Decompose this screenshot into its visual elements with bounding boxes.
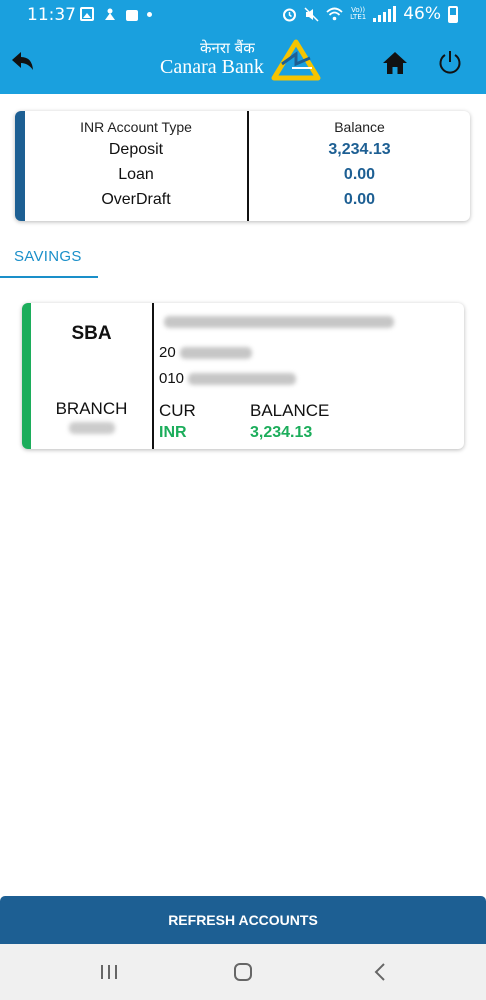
- summary-balance-loan: 0.00: [343, 166, 376, 183]
- canara-bank-logo: केनरा बैंक Canara Bank: [160, 38, 330, 88]
- currency-value: INR: [159, 424, 187, 441]
- logo-triangle-icon: [271, 39, 321, 81]
- recent-apps-icon[interactable]: [94, 958, 124, 986]
- tab-savings[interactable]: SAVINGS: [0, 240, 98, 278]
- app-notification-icon: [105, 8, 115, 20]
- account-type-label: SBA: [71, 323, 112, 344]
- summary-balance-overdraft: 0.00: [343, 191, 376, 208]
- alarm-icon: [283, 8, 297, 21]
- summary-type-overdraft: OverDraft: [101, 191, 171, 208]
- balance-column: Balance 3,234.13 0.00 0.00: [249, 117, 470, 212]
- back-nav-icon[interactable]: [366, 958, 396, 986]
- account-divider: [152, 303, 154, 449]
- summary-balance-deposit: 3,234.13: [328, 141, 391, 158]
- signal-icon: [373, 6, 397, 22]
- account-accent-bar: [22, 303, 31, 449]
- customer-id-redacted: [180, 347, 252, 359]
- system-icons: Vo)) LTE1 46%: [282, 4, 458, 24]
- wifi-icon: [326, 7, 343, 21]
- mute-icon: [304, 6, 319, 22]
- summary-type-deposit: Deposit: [108, 141, 164, 158]
- balance-header: Balance: [334, 119, 385, 135]
- back-arrow-icon[interactable]: [8, 48, 36, 76]
- account-type-header: INR Account Type: [80, 119, 192, 135]
- status-bar: 11:37 Vo)) LTE1 46%: [0, 0, 486, 30]
- battery-icon: [448, 5, 458, 23]
- refresh-accounts-button[interactable]: REFRESH ACCOUNTS: [0, 896, 486, 944]
- account-number-redacted: [188, 373, 296, 385]
- more-notifications-dot: [147, 11, 152, 17]
- tab-savings-label: SAVINGS: [14, 248, 82, 265]
- system-navigation-bar: [0, 944, 486, 1000]
- account-number-prefix: 010: [159, 370, 185, 387]
- summary-accent-bar: [15, 111, 25, 221]
- savings-account-card[interactable]: SBA BRANCH 20 010 CUR BALANCE INR 3,234.…: [22, 303, 464, 449]
- account-summary-card: INR Account Type Deposit Loan OverDraft …: [15, 111, 470, 221]
- summary-type-loan: Loan: [118, 166, 154, 183]
- logo-english-text: Canara Bank: [160, 56, 264, 78]
- gallery-icon: [80, 7, 94, 21]
- account-type-column: INR Account Type Deposit Loan OverDraft: [25, 117, 247, 212]
- shopping-bag-icon: [126, 10, 138, 21]
- logo-hindi-text: केनरा बैंक: [200, 39, 255, 57]
- branch-label: BRANCH: [55, 399, 128, 418]
- power-icon[interactable]: [436, 48, 464, 76]
- currency-label: CUR: [159, 401, 196, 420]
- tab-active-indicator: [0, 276, 98, 278]
- customer-id-prefix: 20: [159, 344, 176, 361]
- home-icon[interactable]: [381, 49, 409, 77]
- app-header: केनरा बैंक Canara Bank: [0, 30, 486, 94]
- branch-code-redacted: [69, 422, 115, 434]
- volte-indicator: Vo)) LTE1: [350, 6, 367, 21]
- balance-label: BALANCE: [250, 401, 330, 420]
- battery-percent: 46%: [403, 4, 441, 24]
- notification-icons: [80, 7, 152, 21]
- status-time: 11:37: [27, 5, 76, 25]
- home-nav-icon[interactable]: [228, 958, 258, 986]
- account-balance-value: 3,234.13: [250, 424, 313, 441]
- account-holder-name-redacted: [164, 316, 394, 328]
